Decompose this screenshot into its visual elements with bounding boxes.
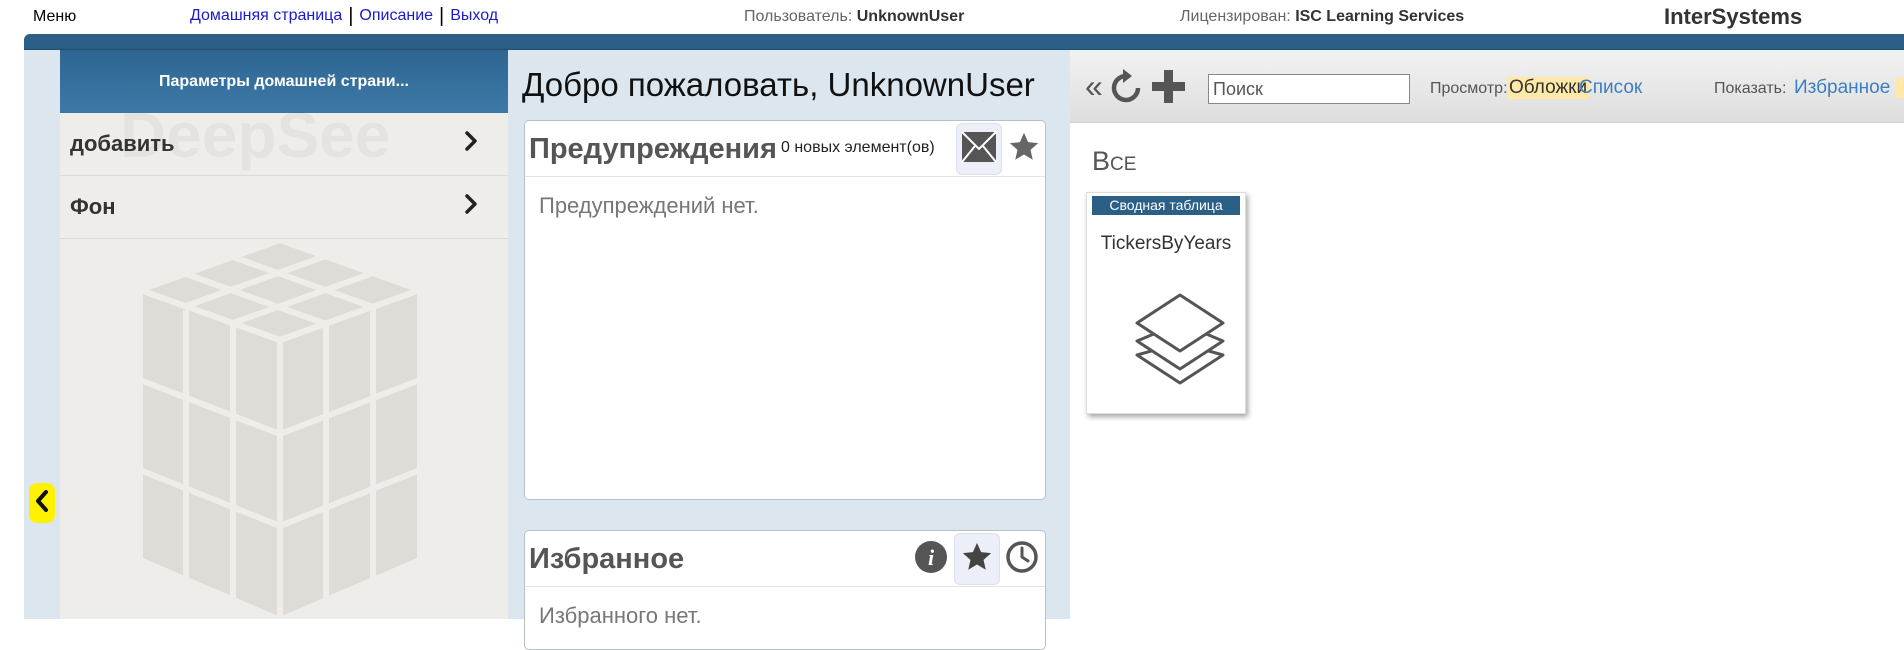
brand-logo: InterSystems <box>1664 4 1803 29</box>
favorites-header: Избранное i <box>525 531 1045 587</box>
home-settings-panel: Параметры домашней страни... DeepSee доб… <box>60 50 508 619</box>
favorites-empty-text: Избранного нет. <box>539 603 702 628</box>
license-label: Лицензирован: <box>1180 8 1291 25</box>
svg-text:i: i <box>928 545 935 570</box>
show-favorites-option[interactable]: Избранное <box>1794 77 1890 99</box>
clock-icon <box>1005 540 1039 579</box>
menu-item-label: добавить <box>70 131 175 156</box>
welcome-title: Добро пожаловать, UnknownUser <box>522 66 1035 103</box>
star-icon <box>1007 130 1041 169</box>
alerts-empty-text: Предупреждений нет. <box>539 193 759 218</box>
favorites-card: Избранное i Избранного нет. <box>524 530 1046 650</box>
star-button[interactable] <box>1001 123 1047 175</box>
show-label: Показать: <box>1714 80 1787 97</box>
menu-item-background[interactable]: Фон <box>60 176 508 239</box>
home-page-link[interactable]: Домашняя страница <box>190 7 342 25</box>
back-button[interactable]: « <box>1085 68 1103 105</box>
logout-link[interactable]: Выход <box>450 7 498 25</box>
user-label: Пользователь: <box>744 8 853 25</box>
clock-button[interactable] <box>999 533 1045 585</box>
chevron-left-icon <box>34 489 50 517</box>
mail-icon <box>961 130 997 168</box>
license-info: Лицензирован: ISC Learning Services <box>1180 8 1464 26</box>
content-area: « Просмотр: Обложки Список Показать: Изб… <box>1070 50 1904 619</box>
alerts-count: 0 новых элемент(ов) <box>781 139 935 156</box>
content-toolbar: « Просмотр: Обложки Список Показать: Изб… <box>1070 50 1904 123</box>
collapse-panel-button[interactable] <box>29 483 55 523</box>
user-info: Пользователь: UnknownUser <box>744 8 964 26</box>
info-icon: i <box>914 540 948 579</box>
header-links: Домашняя страница | Описание | Выход <box>190 5 498 27</box>
alerts-header: Предупреждения 0 новых элемент(ов) <box>525 121 1045 177</box>
view-label: Просмотр: <box>1430 80 1508 97</box>
chevron-right-icon <box>464 193 478 221</box>
chevron-right-icon <box>464 130 478 158</box>
view-covers-option[interactable]: Обложки <box>1507 77 1590 99</box>
view-list-option[interactable]: Список <box>1579 77 1642 99</box>
star-icon <box>960 540 994 579</box>
favorites-title: Избранное <box>529 543 685 575</box>
frame-top-strip <box>24 34 1904 50</box>
top-bar: Меню Домашняя страница | Описание | Выхо… <box>0 0 1904 34</box>
center-column: Добро пожаловать, UnknownUser Предупрежд… <box>508 50 1070 650</box>
search-input[interactable] <box>1208 74 1410 104</box>
license-value: ISC Learning Services <box>1295 8 1465 25</box>
show-option-overflow <box>1896 78 1904 98</box>
alerts-card: Предупреждения 0 новых элемент(ов) Преду… <box>524 120 1046 500</box>
link-separator: | <box>348 5 354 27</box>
user-value: UnknownUser <box>856 8 965 25</box>
info-button[interactable]: i <box>908 533 954 585</box>
mail-button[interactable] <box>956 123 1002 175</box>
link-separator: | <box>439 5 445 27</box>
cube-background-image <box>120 230 440 619</box>
menu-link[interactable]: Меню <box>33 8 76 26</box>
menu-item-label: Фон <box>70 194 116 219</box>
description-link[interactable]: Описание <box>359 7 433 25</box>
layers-icon <box>1135 293 1225 390</box>
star-button[interactable] <box>954 533 1000 585</box>
add-icon[interactable] <box>1150 66 1186 111</box>
refresh-icon[interactable] <box>1110 66 1144 111</box>
tile-type-label: Сводная таблица <box>1092 196 1240 215</box>
alerts-title: Предупреждения <box>529 133 777 165</box>
menu-item-add[interactable]: добавить <box>60 113 508 176</box>
section-title: Все <box>1092 146 1137 176</box>
pivot-table-tile[interactable]: Сводная таблица TickersByYears <box>1086 192 1246 414</box>
tile-name: TickersByYears <box>1100 233 1232 254</box>
panel-title: Параметры домашней страни... <box>159 72 409 90</box>
